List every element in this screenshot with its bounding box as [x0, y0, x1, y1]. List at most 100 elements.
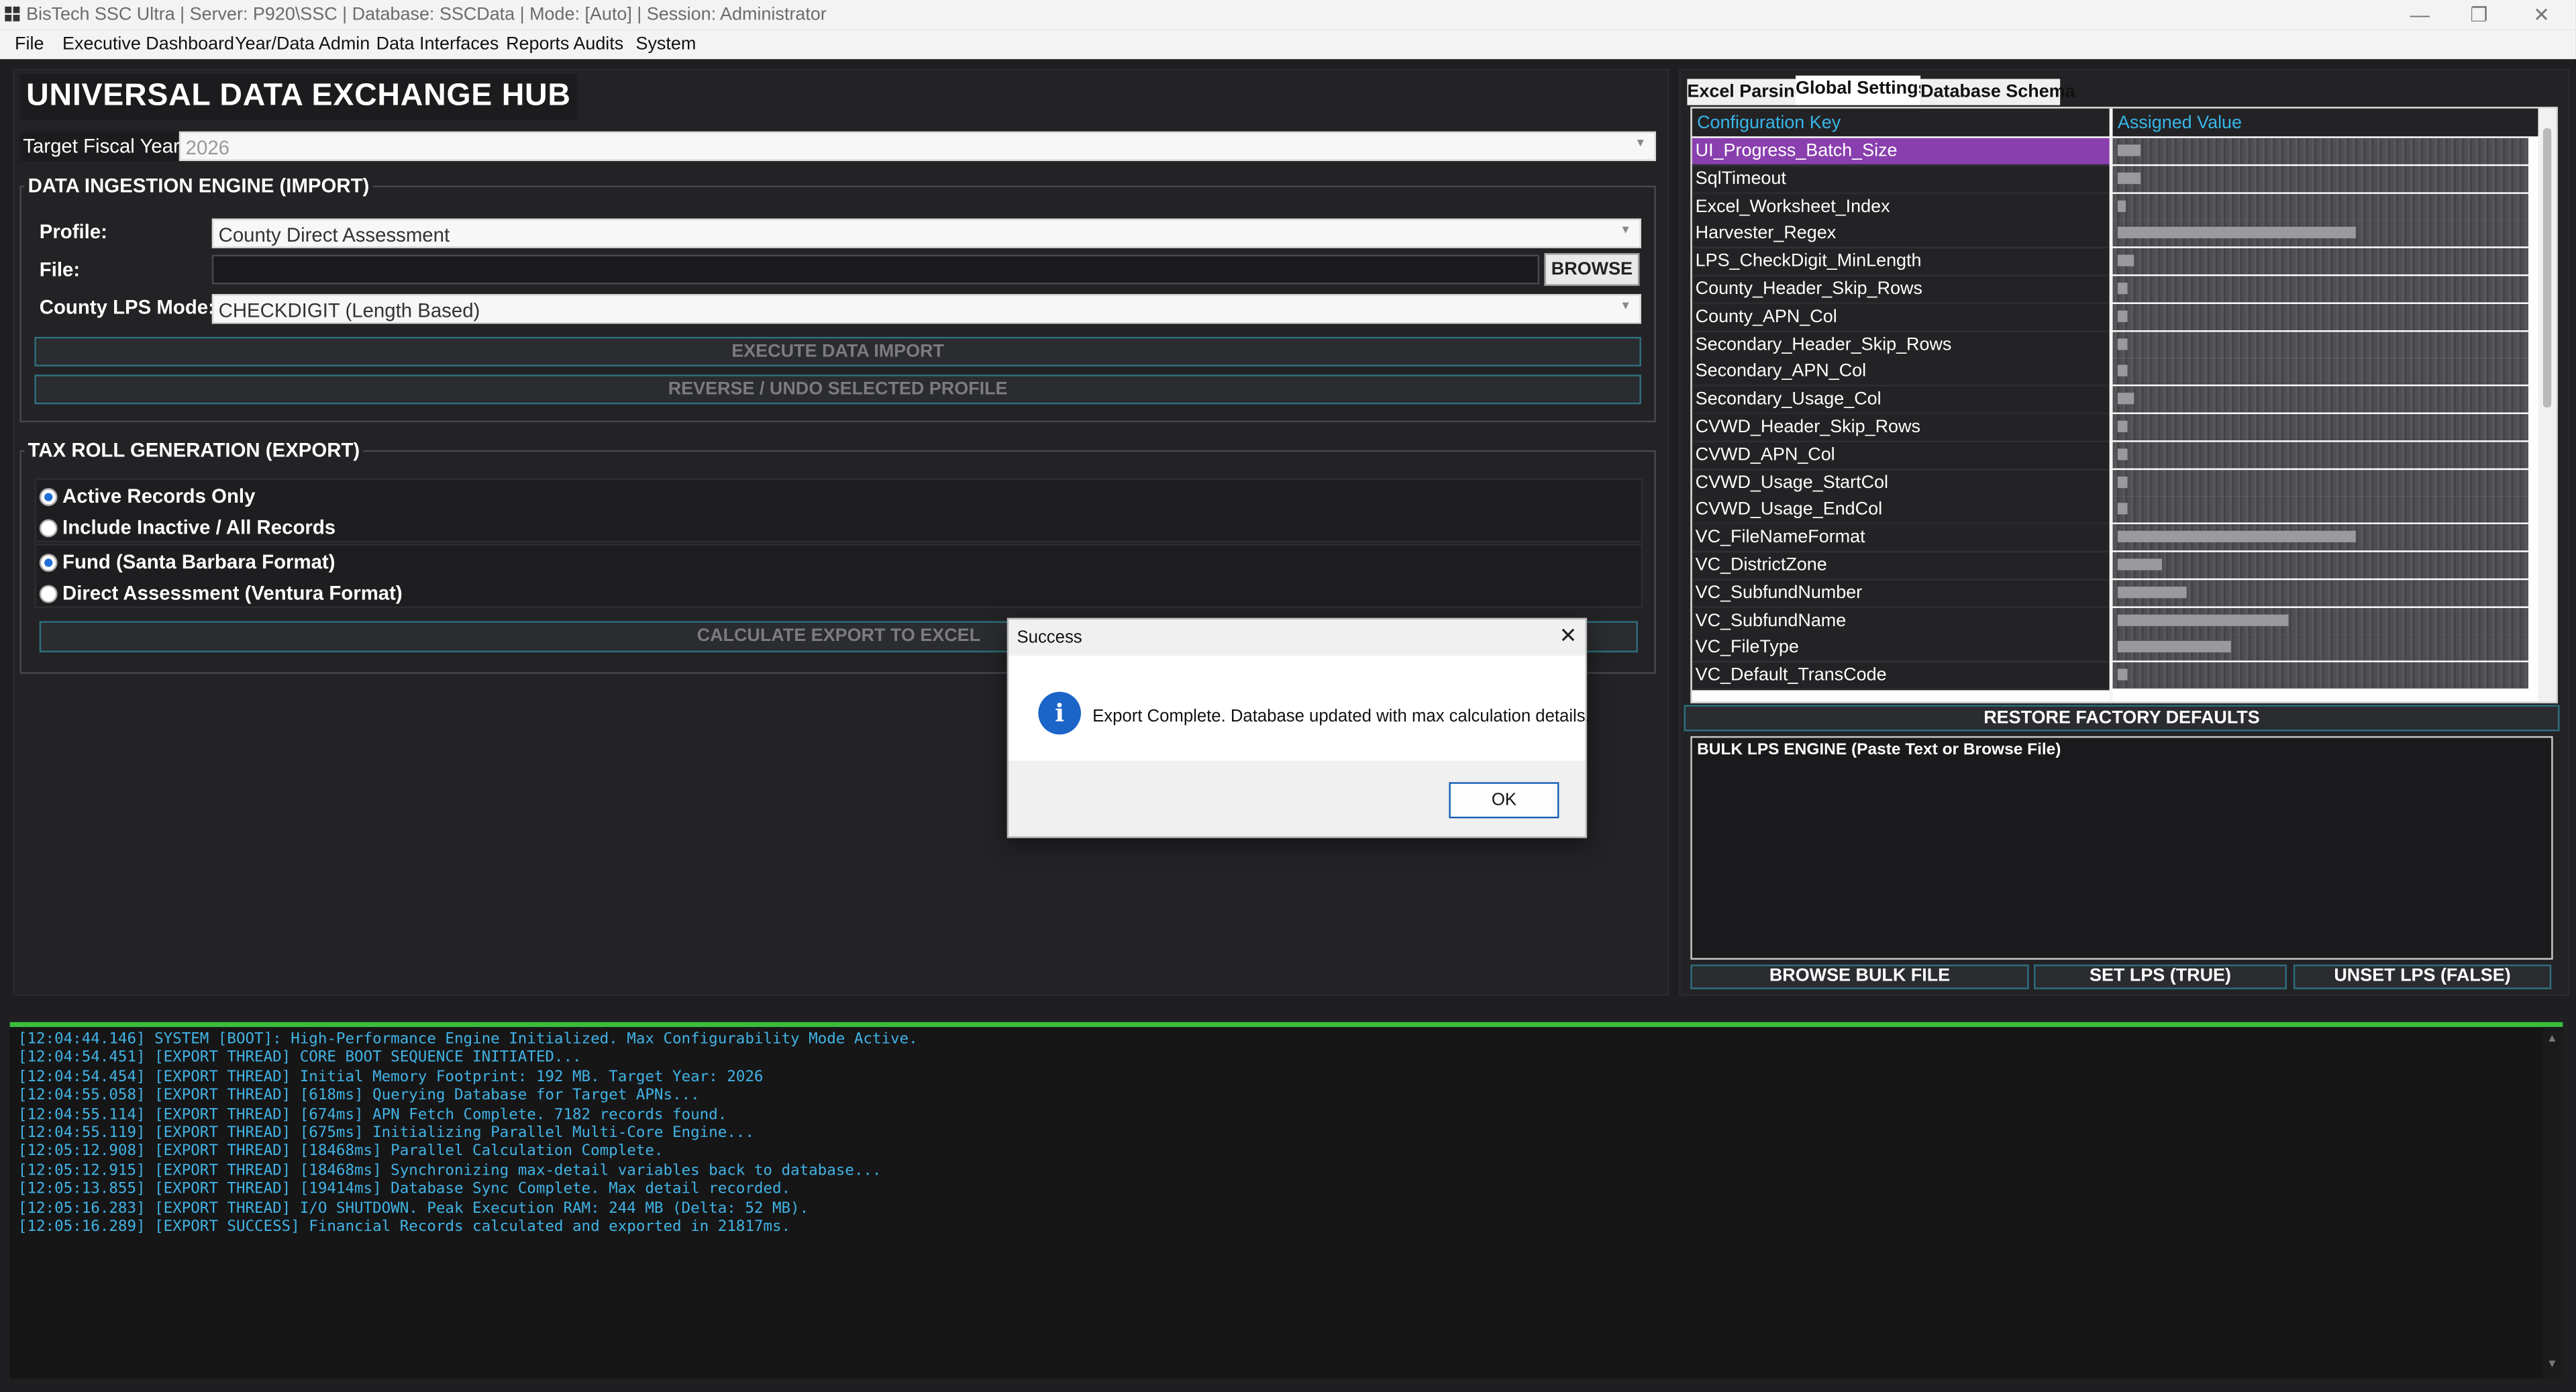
- log-line: [12:04:55.119] [EXPORT THREAD] [675ms] I…: [17, 1124, 754, 1142]
- config-key-cell[interactable]: CVWD_Usage_StartCol: [1692, 469, 2112, 497]
- config-key-cell[interactable]: LPS_CheckDigit_MinLength: [1692, 248, 2112, 277]
- config-key-cell[interactable]: Secondary_Usage_Col: [1692, 386, 2112, 415]
- config-key-cell[interactable]: UI_Progress_Batch_Size: [1692, 138, 2112, 166]
- file-path-input[interactable]: [211, 254, 1540, 285]
- menu-data-interfaces[interactable]: Data Interfaces: [376, 34, 499, 54]
- config-value-cell[interactable]: [2112, 579, 2528, 606]
- restore-defaults-button[interactable]: RESTORE FACTORY DEFAULTS: [1684, 705, 2560, 732]
- config-key-cell[interactable]: VC_SubfundName: [1692, 607, 2112, 636]
- menu-system[interactable]: System: [635, 34, 696, 54]
- config-key-cell[interactable]: VC_FileType: [1692, 635, 2112, 663]
- config-value-cell[interactable]: [2112, 552, 2528, 579]
- table-row[interactable]: CVWD_Usage_EndCol: [1692, 497, 2538, 525]
- reverse-undo-button[interactable]: REVERSE / UNDO SELECTED PROFILE: [34, 375, 1641, 405]
- config-key-cell[interactable]: Excel_Worksheet_Index: [1692, 193, 2112, 221]
- table-row[interactable]: County_Header_Skip_Rows: [1692, 276, 2538, 304]
- menu-file[interactable]: File: [15, 34, 44, 54]
- redacted-value: [2117, 338, 2128, 350]
- config-value-cell[interactable]: [2112, 469, 2528, 496]
- config-key-cell[interactable]: SqlTimeout: [1692, 165, 2112, 194]
- column-header-key[interactable]: Configuration Key: [1697, 113, 1841, 133]
- config-key-cell[interactable]: VC_FileNameFormat: [1692, 524, 2112, 553]
- close-icon[interactable]: ✕: [1559, 623, 1578, 649]
- config-value-cell[interactable]: [2112, 662, 2528, 689]
- maximize-icon[interactable]: ❐: [2451, 0, 2507, 30]
- tab-excel-parsing[interactable]: Excel Parsing: [1687, 79, 1806, 105]
- bulk-lps-textarea[interactable]: BULK LPS ENGINE (Paste Text or Browse Fi…: [1690, 736, 2553, 960]
- lps-mode-dropdown[interactable]: CHECKDIGIT (Length Based) ▼: [211, 294, 1641, 324]
- config-value-cell[interactable]: [2112, 221, 2528, 248]
- table-row[interactable]: UI_Progress_Batch_Size: [1692, 138, 2538, 166]
- minimize-icon[interactable]: —: [2392, 0, 2448, 30]
- table-row[interactable]: VC_DistrictZone: [1692, 552, 2538, 581]
- config-key-cell[interactable]: County_APN_Col: [1692, 303, 2112, 332]
- table-row[interactable]: SqlTimeout: [1692, 165, 2538, 194]
- table-row[interactable]: VC_Default_TransCode: [1692, 662, 2538, 691]
- table-row[interactable]: VC_SubfundName: [1692, 607, 2538, 636]
- menu-reports-audits[interactable]: Reports Audits: [506, 34, 623, 54]
- config-value-cell[interactable]: [2112, 358, 2528, 385]
- console-scrollbar[interactable]: ▲ ▼: [2542, 1027, 2563, 1379]
- config-key-cell[interactable]: VC_Default_TransCode: [1692, 662, 2112, 691]
- config-value-cell[interactable]: [2112, 138, 2528, 164]
- browse-button[interactable]: BROWSE: [1544, 253, 1640, 287]
- ok-button[interactable]: OK: [1449, 782, 1559, 819]
- table-row[interactable]: Secondary_APN_Col: [1692, 358, 2538, 387]
- browse-bulk-file-button[interactable]: BROWSE BULK FILE: [1690, 964, 2029, 989]
- log-console[interactable]: [12:04:44.146] SYSTEM [BOOT]: High-Perfo…: [9, 1022, 2563, 1379]
- config-key-cell[interactable]: Secondary_APN_Col: [1692, 358, 2112, 387]
- config-value-cell[interactable]: [2112, 524, 2528, 551]
- config-value-cell[interactable]: [2112, 331, 2528, 358]
- tab-global-settings[interactable]: Global Settings: [1795, 75, 1928, 105]
- scroll-down-icon[interactable]: ▼: [2546, 1359, 2558, 1371]
- table-row[interactable]: Secondary_Usage_Col: [1692, 386, 2538, 415]
- config-value-cell[interactable]: [2112, 635, 2528, 662]
- scrollbar-thumb[interactable]: [2542, 128, 2552, 408]
- table-row[interactable]: CVWD_Header_Skip_Rows: [1692, 413, 2538, 442]
- chevron-down-icon: ▼: [1635, 138, 1647, 150]
- log-line: [12:04:44.146] SYSTEM [BOOT]: High-Perfo…: [17, 1030, 918, 1049]
- config-value-cell[interactable]: [2112, 193, 2528, 220]
- menu-executive-dashboard[interactable]: Executive Dashboard: [62, 34, 234, 54]
- config-key-cell[interactable]: County_Header_Skip_Rows: [1692, 276, 2112, 304]
- config-value-cell[interactable]: [2112, 276, 2528, 303]
- unset-lps-button[interactable]: UNSET LPS (FALSE): [2293, 964, 2552, 989]
- table-row[interactable]: CVWD_Usage_StartCol: [1692, 469, 2538, 497]
- fiscal-year-dropdown[interactable]: 2026 ▼: [178, 131, 1656, 161]
- import-group-title: DATA INGESTION ENGINE (IMPORT): [24, 174, 373, 197]
- table-row[interactable]: Secondary_Header_Skip_Rows: [1692, 331, 2538, 360]
- table-row[interactable]: Excel_Worksheet_Index: [1692, 193, 2538, 221]
- config-value-cell[interactable]: [2112, 442, 2528, 468]
- config-key-cell[interactable]: CVWD_Header_Skip_Rows: [1692, 413, 2112, 442]
- column-header-value[interactable]: Assigned Value: [2118, 113, 2242, 133]
- config-key-cell[interactable]: Secondary_Header_Skip_Rows: [1692, 331, 2112, 360]
- table-row[interactable]: VC_FileNameFormat: [1692, 524, 2538, 553]
- table-row[interactable]: Harvester_Regex: [1692, 221, 2538, 249]
- config-value-cell[interactable]: [2112, 413, 2528, 441]
- set-lps-button[interactable]: SET LPS (TRUE): [2033, 964, 2287, 989]
- redacted-value: [2117, 420, 2128, 432]
- config-value-cell[interactable]: [2112, 497, 2528, 524]
- config-value-cell[interactable]: [2112, 165, 2528, 192]
- config-key-cell[interactable]: VC_SubfundNumber: [1692, 579, 2112, 608]
- config-key-cell[interactable]: VC_DistrictZone: [1692, 552, 2112, 581]
- grid-scrollbar[interactable]: [2538, 108, 2557, 702]
- config-key-cell[interactable]: Harvester_Regex: [1692, 221, 2112, 249]
- config-value-cell[interactable]: [2112, 248, 2528, 275]
- close-icon[interactable]: ✕: [2514, 0, 2569, 30]
- table-row[interactable]: County_APN_Col: [1692, 303, 2538, 332]
- table-row[interactable]: VC_FileType: [1692, 635, 2538, 663]
- config-value-cell[interactable]: [2112, 386, 2528, 413]
- execute-import-button[interactable]: EXECUTE DATA IMPORT: [34, 336, 1641, 366]
- table-row[interactable]: CVWD_APN_Col: [1692, 442, 2538, 470]
- config-key-cell[interactable]: CVWD_Usage_EndCol: [1692, 497, 2112, 525]
- config-value-cell[interactable]: [2112, 607, 2528, 634]
- table-row[interactable]: VC_SubfundNumber: [1692, 579, 2538, 608]
- table-row[interactable]: LPS_CheckDigit_MinLength: [1692, 248, 2538, 277]
- tab-database-schema[interactable]: Database Schema: [1920, 79, 2075, 105]
- profile-dropdown[interactable]: County Direct Assessment ▼: [211, 218, 1641, 248]
- scroll-up-icon[interactable]: ▲: [2546, 1034, 2558, 1045]
- config-value-cell[interactable]: [2112, 303, 2528, 330]
- menu-year-data-admin[interactable]: Year/Data Admin: [235, 34, 370, 54]
- config-key-cell[interactable]: CVWD_APN_Col: [1692, 442, 2112, 470]
